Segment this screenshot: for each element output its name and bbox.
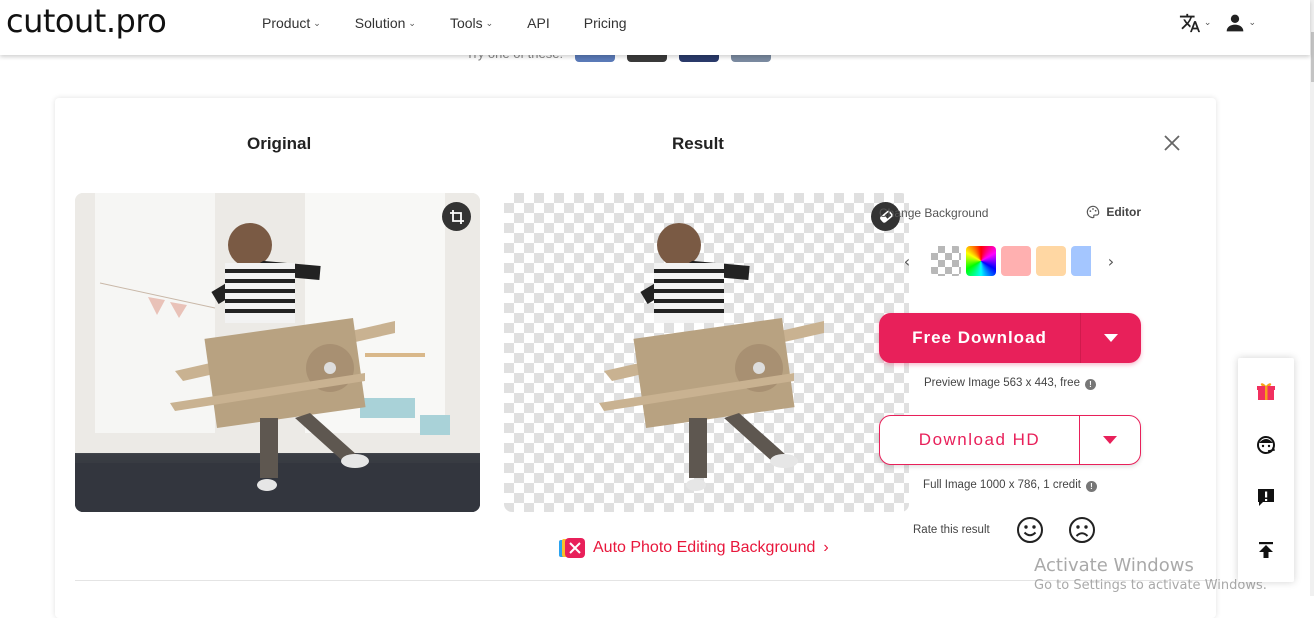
auto-photo-editing-link[interactable]: Auto Photo Editing Background › bbox=[559, 538, 829, 558]
change-background-label: Change Background bbox=[879, 206, 989, 220]
original-title: Original bbox=[247, 134, 312, 153]
kid-cutout bbox=[599, 223, 824, 491]
nav-solution[interactable]: Solution ⌄ bbox=[355, 15, 416, 31]
nav-pricing-label: Pricing bbox=[583, 15, 627, 31]
nav-api[interactable]: API bbox=[527, 15, 550, 31]
watermark-title: Activate Windows bbox=[1034, 555, 1194, 576]
frown-icon[interactable] bbox=[1068, 516, 1096, 544]
chevron-down-icon: ⌄ bbox=[485, 17, 494, 28]
result-image bbox=[504, 193, 909, 512]
swatch-next-button[interactable]: › bbox=[1103, 252, 1119, 271]
nav-api-label: API bbox=[527, 15, 550, 31]
chevron-down-icon: ⌄ bbox=[313, 17, 321, 28]
swatch-peach[interactable] bbox=[1036, 246, 1066, 276]
gift-button[interactable] bbox=[1251, 376, 1281, 406]
rating-row: Rate this result bbox=[913, 516, 1120, 544]
chevron-right-icon: › bbox=[823, 539, 829, 556]
preview-note: Preview Image 563 x 443, free! bbox=[879, 377, 1141, 390]
user-icon bbox=[1227, 14, 1244, 32]
result-cutout-art bbox=[599, 223, 824, 491]
free-download-dropdown[interactable] bbox=[1081, 313, 1141, 363]
activate-windows-watermark: Activate Windows Go to Settings to activ… bbox=[1034, 555, 1267, 593]
download-hd-button[interactable]: Download HD bbox=[879, 415, 1141, 465]
editor-label: Editor bbox=[1106, 205, 1141, 219]
account-menu[interactable]: ⌄ bbox=[1225, 13, 1256, 33]
nav-tools-label: Tools bbox=[449, 15, 483, 31]
support-button[interactable] bbox=[1251, 429, 1281, 459]
top-navbar: cutout.pro Product ⌄ Solution ⌄ Tools ⌄ API… bbox=[0, 0, 1310, 55]
free-download-label[interactable]: Free Download bbox=[879, 313, 1081, 363]
info-icon[interactable]: ! bbox=[1085, 481, 1097, 492]
nav-pricing[interactable]: Pricing bbox=[584, 15, 627, 31]
full-note-text: Full Image 1000 x 786, 1 credit bbox=[923, 479, 1081, 491]
close-icon bbox=[1164, 135, 1180, 151]
nav-tools[interactable]: Tools ⌄ bbox=[450, 15, 493, 31]
crop-icon bbox=[449, 209, 464, 224]
caret-down-icon bbox=[1104, 334, 1118, 342]
nav-product[interactable]: Product ⌄ bbox=[262, 15, 321, 31]
swatch-rainbow[interactable] bbox=[966, 246, 996, 276]
chevron-down-icon: ⌄ bbox=[1248, 18, 1256, 28]
full-image-note: Full Image 1000 x 786, 1 credit! bbox=[879, 479, 1141, 492]
main-nav: Product ⌄ Solution ⌄ Tools ⌄ API Pricing bbox=[262, 15, 661, 31]
original-photo-art bbox=[75, 193, 480, 512]
watermark-subtitle: Go to Settings to activate Windows. bbox=[1034, 578, 1267, 593]
back-to-top-button[interactable] bbox=[1251, 535, 1281, 565]
logo[interactable]: cutout.pro bbox=[6, 2, 167, 40]
smile-icon[interactable] bbox=[1016, 516, 1044, 544]
swatch-pink[interactable] bbox=[1001, 246, 1031, 276]
rate-label: Rate this result bbox=[913, 524, 990, 536]
chevron-down-icon: ⌄ bbox=[1203, 18, 1212, 28]
info-icon[interactable]: ! bbox=[1084, 379, 1096, 390]
swatch-list bbox=[931, 246, 1091, 276]
nav-right: ⌄ ⌄ bbox=[1179, 12, 1256, 34]
download-hd-label[interactable]: Download HD bbox=[880, 416, 1080, 464]
preview-note-text: Preview Image 563 x 443, free bbox=[924, 377, 1080, 389]
gift-icon bbox=[1257, 382, 1275, 400]
page-scrollbar[interactable] bbox=[1310, 0, 1314, 596]
feedback-button[interactable] bbox=[1251, 482, 1281, 512]
swatch-blue[interactable] bbox=[1071, 246, 1091, 276]
nav-solution-label: Solution bbox=[354, 15, 406, 31]
support-icon bbox=[1257, 435, 1275, 454]
result-title: Result bbox=[672, 134, 724, 153]
language-selector[interactable]: ⌄ bbox=[1179, 12, 1212, 34]
free-download-button[interactable]: Free Download bbox=[879, 313, 1141, 363]
caret-down-icon bbox=[1103, 436, 1117, 444]
nav-product-label: Product bbox=[262, 15, 311, 31]
translate-icon bbox=[1179, 13, 1200, 33]
original-image bbox=[75, 193, 480, 512]
back-to-top-icon bbox=[1259, 541, 1273, 558]
chevron-down-icon: ⌄ bbox=[408, 17, 416, 28]
swatch-prev-button[interactable]: ‹ bbox=[899, 252, 915, 271]
close-button[interactable] bbox=[1161, 132, 1183, 154]
editor-button[interactable]: Editor bbox=[1086, 205, 1141, 219]
floating-toolbar bbox=[1238, 358, 1294, 582]
auto-link-label: Auto Photo Editing Background bbox=[593, 539, 816, 556]
background-swatches: ‹ › bbox=[899, 246, 1119, 276]
swatch-transparent[interactable] bbox=[931, 246, 961, 276]
download-hd-dropdown[interactable] bbox=[1080, 416, 1140, 464]
palette-icon bbox=[1087, 205, 1100, 219]
photo-editing-app-icon bbox=[559, 538, 585, 558]
feedback-icon bbox=[1258, 488, 1274, 506]
crop-button[interactable] bbox=[442, 202, 471, 231]
